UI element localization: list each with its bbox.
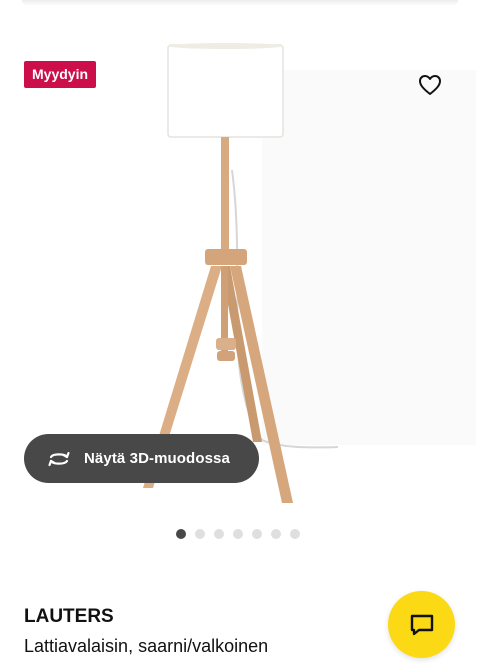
carousel-dot[interactable] <box>233 529 243 539</box>
bestseller-badge: Myydyin <box>24 61 97 88</box>
chat-button[interactable] <box>388 591 455 658</box>
carousel-dot[interactable] <box>214 529 224 539</box>
carousel-dot[interactable] <box>176 529 186 539</box>
view-in-3d-button[interactable]: Näytä 3D-muodossa <box>24 434 259 483</box>
carousel-dot[interactable] <box>271 529 281 539</box>
view-in-3d-label: Näytä 3D-muodossa <box>84 450 230 467</box>
carousel-pagination <box>176 529 300 539</box>
favorite-button[interactable] <box>412 67 448 103</box>
carousel-dot[interactable] <box>195 529 205 539</box>
product-description: Lattiavalaisin, saarni/valkoinen <box>24 636 269 656</box>
product-name: LAUTERS <box>24 606 114 627</box>
carousel-dot[interactable] <box>252 529 262 539</box>
carousel-dot[interactable] <box>290 529 300 539</box>
header-shadow <box>22 0 458 6</box>
heart-outline-icon <box>419 75 441 95</box>
rotate-3d-icon <box>46 449 72 469</box>
chat-bubble-icon <box>410 614 433 635</box>
